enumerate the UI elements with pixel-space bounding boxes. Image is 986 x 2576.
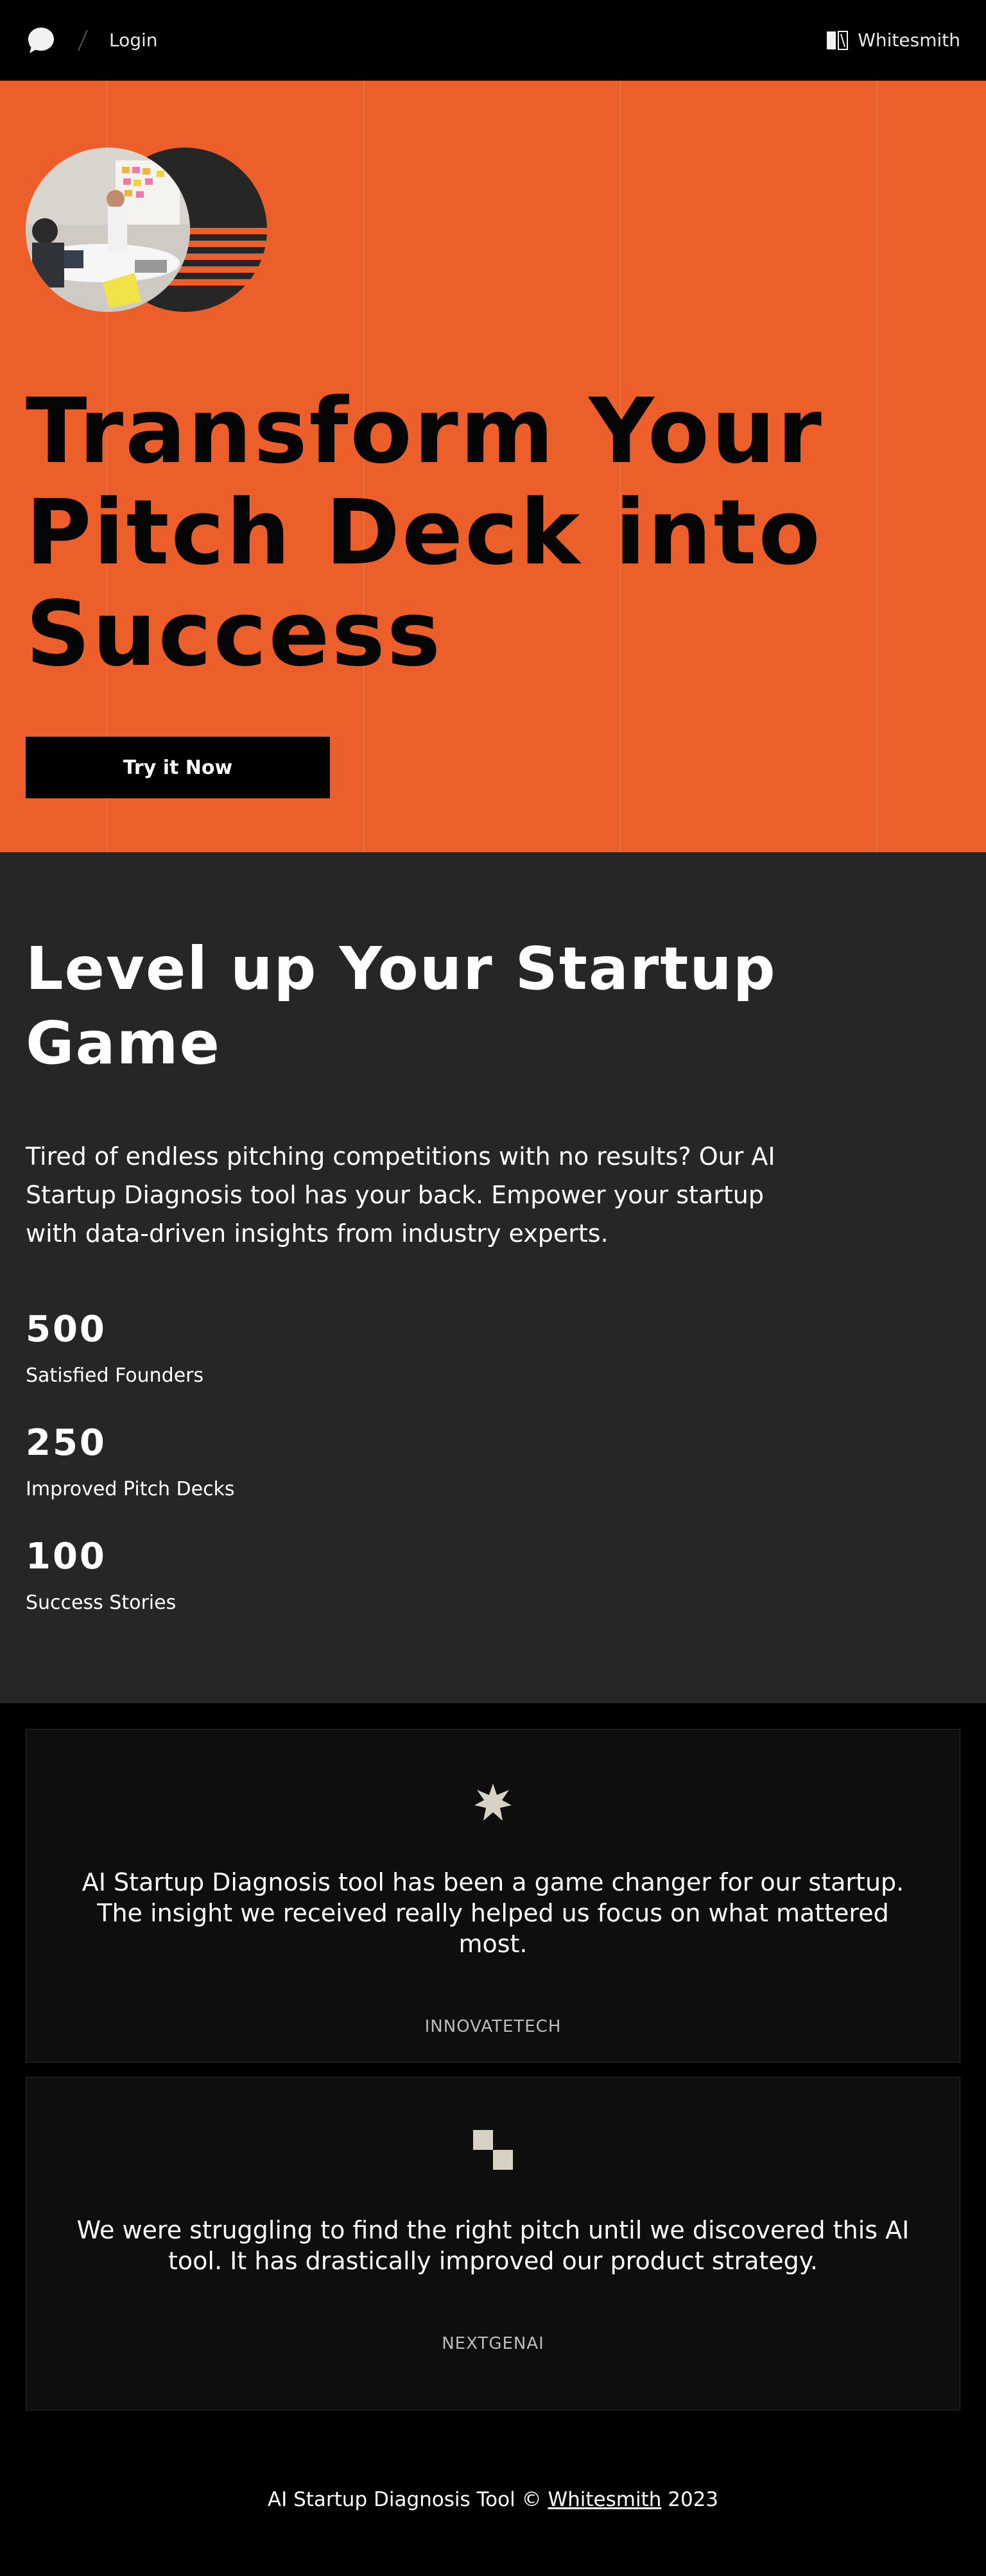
stat-satisfied-founders: 500 Satisfied Founders — [26, 1310, 960, 1387]
top-navigation-bar: Login Whitesmith — [0, 0, 986, 81]
testimonial-quote: We were struggling to find the right pit… — [63, 2215, 923, 2276]
hero-title-line: Success — [26, 582, 443, 687]
stat-label: Satisfied Founders — [26, 1364, 204, 1387]
hero-title-line: Transform Your — [26, 379, 824, 484]
testimonial-card: We were struggling to find the right pit… — [26, 2077, 960, 2410]
stat-number: 100 — [26, 1536, 107, 1577]
hero-section: Transform Your Pitch Deck into Success T… — [0, 81, 986, 852]
testimonial-company: INNOVATETECH — [424, 2017, 562, 2036]
footer-copyright: AI Startup Diagnosis Tool © — [267, 2488, 542, 2511]
hero-illustration — [26, 148, 276, 312]
testimonial-card: AI Startup Diagnosis tool has been a gam… — [26, 1729, 960, 2063]
sparkle-star-icon — [474, 1783, 512, 1821]
section-title-line: Level up Your Startup — [26, 934, 777, 1003]
stat-number: 250 — [26, 1422, 107, 1464]
stat-improved-pitch-decks: 250 Improved Pitch Decks — [26, 1422, 960, 1501]
stat-number: 500 — [26, 1309, 107, 1350]
quote-line: tool. It has drastically improved our pr… — [168, 2247, 818, 2275]
section-title-line: Game — [26, 1009, 221, 1078]
footer-whitesmith-link[interactable]: Whitesmith — [548, 2488, 661, 2511]
whitesmith-logo-icon — [827, 30, 849, 50]
quote-line: We were struggling to find the right pit… — [76, 2216, 910, 2244]
quote-line: AI Startup Diagnosis tool has been a gam… — [82, 1868, 904, 1896]
quote-line: The insight we received really helped us… — [97, 1899, 889, 1958]
section-description: Tired of endless pitching competitions w… — [26, 1137, 796, 1253]
login-link[interactable]: Login — [109, 30, 158, 51]
team-meeting-photo — [26, 148, 190, 312]
hero-title-line: Pitch Deck into — [26, 481, 822, 585]
section-title: Level up Your Startup Game — [26, 932, 796, 1081]
checker-squares-icon — [473, 2130, 513, 2170]
stat-label: Improved Pitch Decks — [26, 1478, 235, 1500]
description-line: Startup Diagnosis tool has your back. Em… — [26, 1181, 764, 1209]
brand-name: Whitesmith — [858, 30, 960, 51]
breadcrumb-separator-icon — [78, 30, 88, 51]
nav-left-group: Login — [26, 25, 158, 56]
testimonial-company: NEXTGENAI — [442, 2334, 544, 2353]
hero-title: Transform Your Pitch Deck into Success — [26, 381, 924, 685]
footer-year: 2023 — [668, 2488, 719, 2511]
description-line: with data-driven insights from industry … — [26, 1219, 609, 1248]
stat-label: Success Stories — [26, 1592, 177, 1614]
stat-success-stories: 100 Success Stories — [26, 1536, 960, 1615]
description-line: Tired of endless pitching competitions w… — [26, 1142, 775, 1171]
chat-bubble-icon[interactable] — [26, 25, 56, 56]
footer: AI Startup Diagnosis Tool © Whitesmith 2… — [0, 2410, 986, 2576]
stats-section: Level up Your Startup Game Tired of endl… — [0, 852, 986, 1703]
testimonials-section: AI Startup Diagnosis tool has been a gam… — [0, 1703, 986, 2410]
brand-link[interactable]: Whitesmith — [826, 29, 960, 52]
try-it-now-button[interactable]: Try it Now — [26, 737, 330, 798]
testimonial-quote: AI Startup Diagnosis tool has been a gam… — [63, 1867, 923, 1959]
